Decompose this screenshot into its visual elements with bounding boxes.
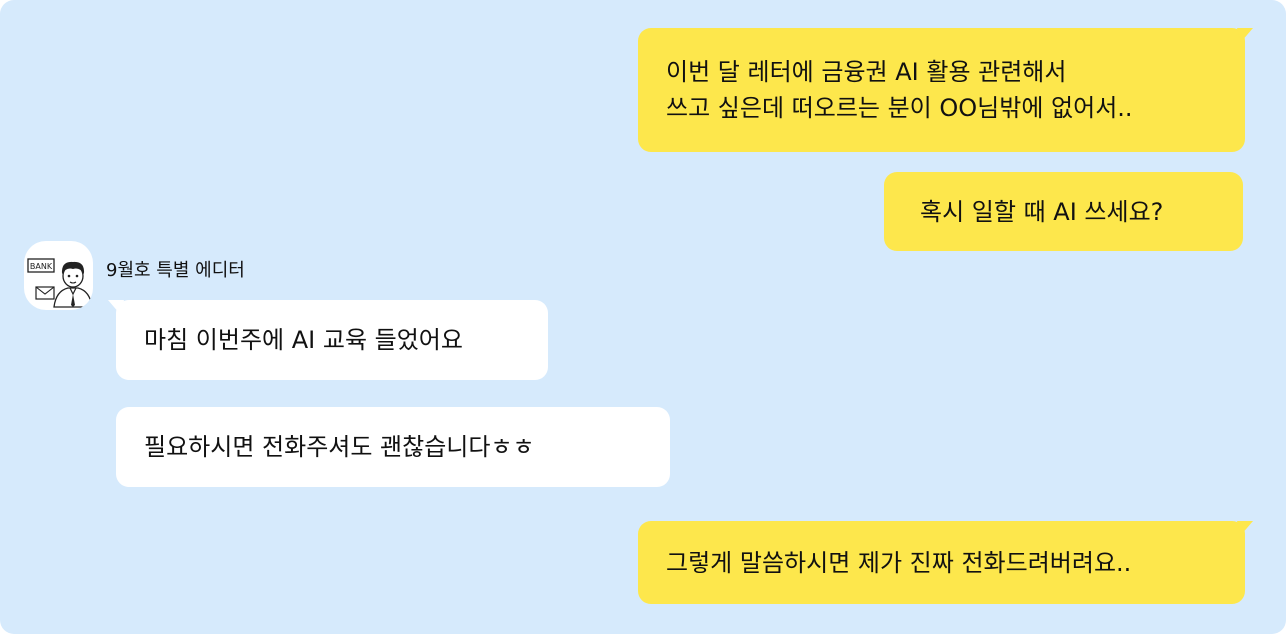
bank-sign-text: BANK: [30, 262, 53, 271]
their-message-bubble: 필요하시면 전화주셔도 괜찮습니다ㅎㅎ: [116, 407, 670, 487]
message-text: 그렇게 말씀하시면 제가 진짜 전화드려버려요..: [666, 548, 1132, 577]
my-message-bubble: 이번 달 레터에 금융권 AI 활용 관련해서 쓰고 싶은데 떠오르는 분이 O…: [638, 28, 1253, 152]
avatar[interactable]: BANK: [24, 241, 93, 310]
message-text: 혹시 일할 때 AI 쓰세요?: [920, 197, 1164, 226]
message-text: 이번 달 레터에 금융권 AI 활용 관련해서: [666, 58, 1067, 86]
bubble-tail: [108, 300, 124, 314]
banker-avatar-icon: BANK: [27, 258, 93, 308]
message-text: 마침 이번주에 AI 교육 들었어요: [144, 326, 463, 354]
message-text: 쓰고 싶은데 떠오르는 분이 OO님밖에 없어서..: [666, 94, 1133, 122]
their-message-bubble: 마침 이번주에 AI 교육 들었어요: [108, 300, 548, 380]
my-message-bubble: 그렇게 말씀하시면 제가 진짜 전화드려버려요..: [638, 521, 1253, 604]
message-text: 필요하시면 전화주셔도 괜찮습니다ㅎㅎ: [144, 433, 535, 461]
bubble-tail: [1237, 28, 1253, 42]
sender-name: 9월호 특별 에디터: [106, 260, 245, 281]
chat-window: 이번 달 레터에 금융권 AI 활용 관련해서 쓰고 싶은데 떠오르는 분이 O…: [0, 0, 1286, 634]
bubble-tail: [1237, 521, 1253, 535]
my-message-bubble: 혹시 일할 때 AI 쓰세요?: [884, 172, 1243, 251]
